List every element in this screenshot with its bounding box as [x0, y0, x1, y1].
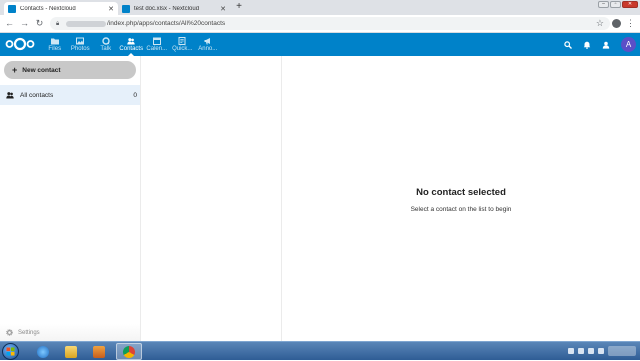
windows-taskbar: [0, 341, 640, 360]
media-player-icon: [93, 345, 105, 358]
browser-tab-contacts[interactable]: Contacts - Nextcloud ✕: [4, 2, 118, 15]
folder-icon: [50, 38, 59, 45]
lock-icon: 🔒︎: [56, 20, 60, 27]
contacts-icon: [6, 92, 14, 99]
app-calendar[interactable]: Calen...: [144, 33, 170, 56]
tab-title: test doc.xlsx - Nextcloud: [134, 5, 200, 12]
calendar-icon: [152, 37, 161, 45]
window-controls: – ▫ ✕: [598, 1, 638, 8]
app-label: Contacts: [119, 46, 144, 52]
contact-details: No contact selected Select a contact on …: [282, 56, 640, 341]
reload-icon[interactable]: ↻: [34, 18, 45, 29]
browser-toolbar: ← → ↻ 🔒︎ /index.php/apps/contacts/All%20…: [0, 15, 640, 33]
maximize-button[interactable]: ▫: [610, 1, 621, 8]
search-icon[interactable]: [564, 40, 572, 49]
app-photos[interactable]: Photos: [68, 33, 94, 56]
tray-network-icon[interactable]: [588, 348, 594, 354]
tab-close-icon[interactable]: ✕: [220, 5, 226, 13]
address-bar[interactable]: 🔒︎ /index.php/apps/contacts/All%20contac…: [50, 17, 610, 30]
chrome-icon: [123, 345, 135, 358]
contacts-menu-icon[interactable]: [602, 41, 610, 49]
system-tray: [568, 346, 636, 356]
tray-clock[interactable]: [608, 346, 636, 356]
browser-menu-icon[interactable]: ⋮: [626, 18, 635, 29]
app-contacts[interactable]: Contacts: [119, 33, 145, 56]
app-label: Calen...: [146, 46, 168, 52]
app-label: Files: [48, 46, 62, 52]
nextcloud-favicon-icon: [122, 4, 130, 13]
browser-profile-icon[interactable]: [612, 19, 621, 28]
image-icon: [76, 37, 85, 45]
notifications-bell-icon[interactable]: [583, 41, 591, 49]
tray-flag-icon[interactable]: [578, 348, 584, 354]
taskbar-media-player[interactable]: [86, 343, 112, 360]
contacts-list: [141, 56, 282, 341]
app-files[interactable]: Files: [42, 33, 68, 56]
app-quick-notes[interactable]: Quick...: [170, 33, 196, 56]
sidebar-item-label: All contacts: [20, 91, 54, 99]
app-talk[interactable]: Talk: [93, 33, 119, 56]
taskbar-internet-explorer[interactable]: [30, 343, 56, 360]
user-avatar[interactable]: A: [621, 37, 636, 52]
plus-icon: +: [12, 64, 18, 75]
notes-icon: [178, 37, 186, 45]
windows-logo-icon: [6, 347, 15, 356]
redacted-host: [66, 20, 106, 27]
empty-state-subtitle: Select a contact on the list to begin: [410, 206, 512, 213]
start-button[interactable]: [2, 343, 19, 360]
sidebar-item-all-contacts[interactable]: All contacts 0: [0, 85, 140, 105]
app-label: Anno...: [198, 46, 218, 52]
app-label: Quick...: [172, 46, 193, 52]
browser-tab-test-doc[interactable]: test doc.xlsx - Nextcloud ✕: [118, 2, 230, 15]
contacts-count: 0: [133, 91, 137, 99]
settings-button[interactable]: Settings: [0, 324, 140, 341]
new-contact-button[interactable]: + New contact: [4, 61, 136, 79]
taskbar-chrome[interactable]: [116, 343, 142, 360]
app-announcements[interactable]: Anno...: [195, 33, 221, 56]
new-contact-label: New contact: [22, 66, 61, 74]
tab-close-icon[interactable]: ✕: [108, 5, 114, 13]
empty-state-title: No contact selected: [416, 187, 506, 198]
url-path: /index.php/apps/contacts/All%20contacts: [107, 20, 226, 27]
minimize-button[interactable]: –: [598, 1, 609, 8]
internet-explorer-icon: [37, 345, 49, 358]
nextcloud-favicon-icon: [8, 4, 16, 13]
header-right: A: [564, 33, 636, 56]
new-tab-button[interactable]: +: [234, 2, 244, 13]
app-label: Photos: [70, 46, 90, 52]
tray-arrow-icon[interactable]: [568, 348, 574, 354]
announcement-icon: [204, 38, 210, 45]
talk-icon: [102, 37, 110, 45]
app-label: Talk: [100, 46, 112, 52]
app-menu: Files Photos Talk Contacts Calen... Quic…: [42, 33, 221, 56]
folder-icon: [65, 345, 77, 358]
bookmark-star-icon[interactable]: ☆: [596, 18, 604, 29]
back-arrow-icon[interactable]: ←: [4, 18, 15, 29]
taskbar-file-explorer[interactable]: [58, 343, 84, 360]
app-navigation: + New contact All contacts 0 Settings: [0, 56, 141, 341]
browser-tab-strip: Contacts - Nextcloud ✕ test doc.xlsx - N…: [0, 0, 640, 15]
settings-label: Settings: [18, 329, 40, 336]
contacts-icon: [127, 38, 135, 45]
tray-volume-icon[interactable]: [598, 348, 604, 354]
gear-icon: [6, 329, 13, 336]
nextcloud-logo-icon[interactable]: [4, 37, 36, 51]
app-content: + New contact All contacts 0 Settings No…: [0, 56, 640, 341]
forward-arrow-icon[interactable]: →: [19, 18, 30, 29]
tab-title: Contacts - Nextcloud: [20, 5, 76, 12]
close-window-button[interactable]: ✕: [622, 1, 638, 8]
nextcloud-header: Files Photos Talk Contacts Calen... Quic…: [0, 33, 640, 56]
